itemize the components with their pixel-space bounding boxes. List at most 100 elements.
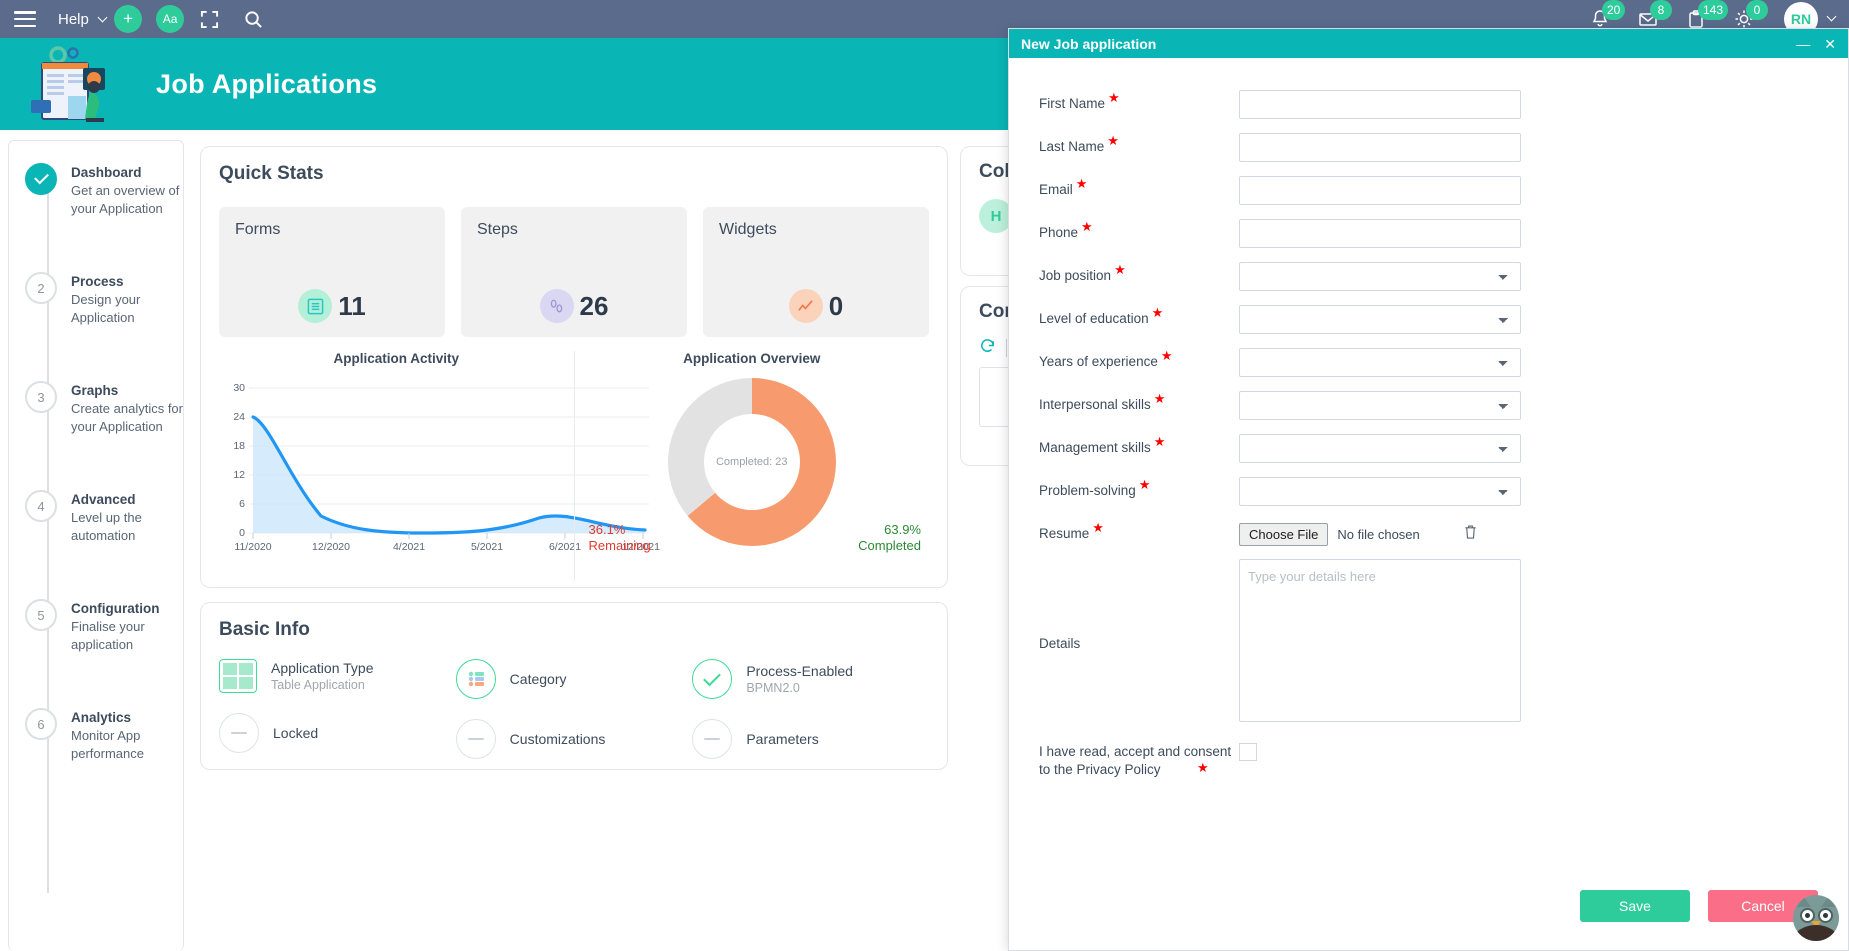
sidebar-item-process[interactable]: 2 Process Design your Application — [21, 272, 183, 327]
label-text: Problem-solving — [1039, 483, 1136, 498]
label-text: Years of experience — [1039, 354, 1158, 369]
required-star-icon: ★ — [1154, 391, 1166, 406]
sidebar-item-analytics[interactable]: 6 Analytics Monitor App performance — [21, 708, 183, 763]
problem-solving-select[interactable] — [1239, 477, 1521, 506]
add-button[interactable]: + — [114, 5, 142, 33]
chart-title: Application Activity — [219, 351, 574, 366]
step-number: 6 — [25, 708, 57, 740]
trash-icon[interactable] — [1463, 524, 1478, 544]
toolbar-divider — [1006, 339, 1007, 357]
field-label: Email★ — [1039, 182, 1239, 198]
management-skills-select[interactable] — [1239, 434, 1521, 463]
basic-info-grid: Application Type Table Application Locke… — [219, 659, 929, 779]
step-description: Level up the automation — [71, 509, 183, 545]
menu-icon[interactable] — [14, 11, 36, 27]
close-icon[interactable]: ✕ — [1824, 37, 1836, 51]
stat-box-widgets[interactable]: Widgets 0 — [703, 207, 929, 337]
form-icon — [298, 289, 332, 323]
details-textarea[interactable] — [1239, 559, 1521, 722]
field-row-interpersonal-skills: Interpersonal skills★ — [1039, 387, 1818, 423]
field-control — [1239, 133, 1521, 162]
messages-button[interactable]: 8 — [1638, 9, 1658, 29]
consent-label: I have read, accept and consent to the P… — [1039, 743, 1239, 779]
field-control — [1239, 477, 1521, 506]
step-number: 3 — [25, 381, 57, 413]
required-star-icon: ★ — [1107, 133, 1119, 148]
messages-badge: 8 — [1650, 0, 1672, 20]
bi-text: Locked — [273, 724, 318, 742]
basic-info-title: Basic Info — [219, 619, 929, 641]
bi-name: Application Type — [271, 659, 373, 677]
required-star-icon: ★ — [1092, 520, 1104, 535]
line-chart-plot: 30 24 18 12 6 0 — [219, 378, 574, 553]
email-input[interactable] — [1239, 176, 1521, 205]
remaining-percent: 36.1% — [589, 522, 651, 538]
chart-title: Application Overview — [575, 351, 930, 366]
field-label: Interpersonal skills★ — [1039, 397, 1239, 413]
phone-input[interactable] — [1239, 219, 1521, 248]
choose-file-button[interactable]: Choose File — [1239, 523, 1328, 546]
field-row-level-of-education: Level of education★ — [1039, 301, 1818, 337]
field-control — [1239, 559, 1521, 727]
brightness-button[interactable]: 0 — [1734, 9, 1754, 29]
field-row-last-name: Last Name★ — [1039, 129, 1818, 165]
new-job-application-dialog: New Job application — ✕ First Name★ Last… — [1008, 28, 1849, 951]
refresh-icon[interactable] — [979, 337, 996, 359]
dash-icon — [456, 719, 496, 759]
field-row-resume: Resume★ Choose File No file chosen — [1039, 516, 1818, 552]
label-text: Management skills — [1039, 440, 1151, 455]
sidebar-item-configuration[interactable]: 5 Configuration Finalise your applicatio… — [21, 599, 183, 654]
sidebar-item-advanced[interactable]: 4 Advanced Level up the automation — [21, 490, 183, 545]
level-of-education-select[interactable] — [1239, 305, 1521, 334]
field-row-phone: Phone★ — [1039, 215, 1818, 251]
last-name-input[interactable] — [1239, 133, 1521, 162]
font-size-button[interactable]: Aa — [156, 5, 184, 33]
save-button[interactable]: Save — [1580, 890, 1690, 922]
sidebar-item-graphs[interactable]: 3 Graphs Create analytics for your Appli… — [21, 381, 183, 436]
stat-value-row: 26 — [461, 289, 687, 323]
notifications-button[interactable]: 20 — [1590, 9, 1610, 29]
field-label: First Name★ — [1039, 96, 1239, 112]
step-title: Process — [71, 273, 183, 290]
y-tick-label: 24 — [219, 411, 245, 423]
bi-sub: Table Application — [271, 677, 373, 693]
sidebar-item-dashboard[interactable]: Dashboard Get an overview of your Applic… — [21, 163, 183, 218]
stat-value: 26 — [580, 291, 609, 322]
basic-info-card: Basic Info Application Type Table Applic… — [200, 602, 948, 770]
minimize-icon[interactable]: — — [1796, 37, 1810, 51]
privacy-policy-checkbox[interactable] — [1239, 743, 1257, 761]
bi-text: Parameters — [746, 730, 818, 748]
job-position-select[interactable] — [1239, 262, 1521, 291]
fullscreen-icon[interactable] — [198, 8, 220, 30]
check-icon — [692, 659, 732, 699]
field-label: Job position★ — [1039, 268, 1239, 284]
field-control — [1239, 305, 1521, 334]
help-menu[interactable]: Help — [58, 11, 106, 28]
chevron-down-icon — [98, 12, 108, 22]
remaining-annotation: 36.1% Remaining — [589, 522, 651, 554]
required-star-icon: ★ — [1108, 90, 1120, 105]
step-title: Configuration — [71, 600, 183, 617]
interpersonal-skills-select[interactable] — [1239, 391, 1521, 420]
field-label: Phone★ — [1039, 225, 1239, 241]
dialog-title-bar: New Job application — ✕ — [1009, 29, 1848, 58]
first-name-input[interactable] — [1239, 90, 1521, 119]
tasks-button[interactable]: 143 — [1686, 9, 1706, 29]
field-control — [1239, 262, 1521, 291]
stat-box-steps[interactable]: Steps 26 — [461, 207, 687, 337]
search-icon[interactable] — [242, 8, 264, 30]
help-label: Help — [58, 11, 89, 28]
completed-annotation: 63.9% Completed — [858, 522, 921, 554]
stat-box-forms[interactable]: Forms 11 — [219, 207, 445, 337]
field-row-consent: I have read, accept and consent to the P… — [1039, 743, 1818, 779]
y-tick-label: 12 — [219, 469, 245, 481]
basic-info-customizations: Customizations — [456, 719, 693, 759]
donut-ring: Completed: 23 — [668, 378, 836, 546]
donut-plot: Completed: 23 36.1% Remaining 63.9% Comp… — [575, 372, 930, 572]
owl-assistant-icon[interactable] — [1793, 895, 1839, 941]
table-icon — [219, 659, 257, 693]
basic-info-column: Category Customizations — [456, 659, 693, 779]
step-description: Get an overview of your Application — [71, 182, 183, 218]
basic-info-parameters: Parameters — [692, 719, 929, 759]
years-of-experience-select[interactable] — [1239, 348, 1521, 377]
